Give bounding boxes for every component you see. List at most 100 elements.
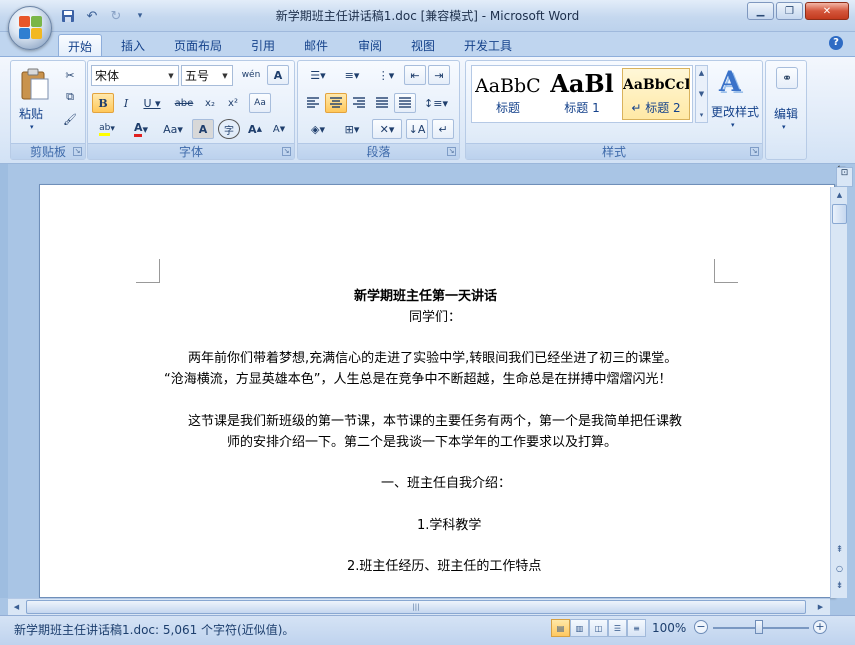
- bullets-button[interactable]: ☰▾: [302, 65, 334, 85]
- font-name-value: 宋体: [95, 69, 120, 83]
- zoom-level[interactable]: 100%: [652, 621, 686, 635]
- web-layout-icon[interactable]: ◫: [589, 619, 608, 637]
- character-border-icon[interactable]: A: [267, 65, 289, 85]
- tab-view[interactable]: 视图: [403, 34, 443, 56]
- horizontal-scroll-thumb[interactable]: |||: [26, 600, 806, 614]
- zoom-in-icon[interactable]: +: [813, 620, 827, 634]
- change-styles-button[interactable]: A 更改样式 ▾: [710, 65, 760, 135]
- chevron-down-icon: ▼: [222, 71, 228, 80]
- gallery-more-icon[interactable]: ▾: [700, 111, 704, 119]
- zoom-out-icon[interactable]: −: [694, 620, 708, 634]
- tab-developer[interactable]: 开发工具: [456, 34, 520, 56]
- phonetic-guide-icon[interactable]: wén: [239, 65, 263, 85]
- dialog-launcher-icon[interactable]: ↘: [73, 147, 82, 156]
- strikethrough-button[interactable]: abe: [170, 93, 198, 113]
- styles-group-label: 样式: [466, 143, 762, 159]
- copy-icon[interactable]: ⧉: [59, 87, 81, 107]
- tab-home[interactable]: 开始: [58, 34, 102, 57]
- tab-insert[interactable]: 插入: [112, 34, 154, 56]
- outline-view-icon[interactable]: ☰: [608, 619, 627, 637]
- paragraph-group-label: 段落: [298, 143, 459, 159]
- previous-page-icon[interactable]: ⇞: [832, 542, 847, 558]
- style-name: 标题: [495, 101, 520, 115]
- shrink-font-icon[interactable]: A ▼: [268, 119, 290, 139]
- align-center-icon[interactable]: [325, 93, 347, 113]
- font-group-label: 字体: [88, 143, 294, 159]
- clear-formatting-icon[interactable]: Aa: [249, 93, 271, 113]
- list-item: 1.学科教学: [417, 518, 482, 533]
- show-marks-icon[interactable]: ↵: [432, 119, 454, 139]
- tab-mailings[interactable]: 邮件: [296, 34, 336, 56]
- character-shading-icon[interactable]: A: [192, 119, 214, 139]
- style-name: ↵ 标题 2: [631, 101, 681, 115]
- font-size-combo[interactable]: 五号 ▼: [181, 65, 233, 86]
- dialog-launcher-icon[interactable]: ↘: [447, 147, 456, 156]
- chevron-down-icon[interactable]: ▼: [699, 90, 704, 98]
- decrease-indent-icon[interactable]: ⇤: [404, 65, 426, 85]
- italic-button[interactable]: I: [115, 93, 137, 113]
- horizontal-scrollbar[interactable]: ◀ ||| ▶: [8, 598, 830, 615]
- next-page-icon[interactable]: ⇟: [832, 578, 847, 594]
- subscript-button[interactable]: x₂: [199, 93, 221, 113]
- window-controls: ▁ ❐ ✕: [747, 2, 849, 20]
- document-page[interactable]: 新学期班主任第一天讲话 同学们： 两年前你们带着梦想,充满信心的走进了实验中学,…: [39, 184, 835, 598]
- view-buttons: ▤ ▥ ◫ ☰ ≡: [551, 619, 646, 637]
- superscript-button[interactable]: x²: [222, 93, 244, 113]
- section-heading: 一、班主任自我介绍：: [381, 476, 512, 491]
- bold-button[interactable]: B: [92, 93, 114, 113]
- font-color-button[interactable]: A ▾: [126, 119, 156, 139]
- justify-icon[interactable]: [371, 93, 393, 113]
- style-item-title[interactable]: AaBbC( 标题: [474, 68, 542, 120]
- enclose-character-icon[interactable]: 字: [218, 119, 240, 139]
- dialog-launcher-icon[interactable]: ↘: [282, 147, 291, 156]
- scroll-up-icon[interactable]: ▲: [832, 187, 847, 203]
- format-painter-icon[interactable]: 🖌: [59, 109, 81, 129]
- restore-button[interactable]: ❐: [776, 2, 803, 20]
- increase-indent-icon[interactable]: ⇥: [428, 65, 450, 85]
- office-button[interactable]: [8, 6, 52, 50]
- dialog-launcher-icon[interactable]: ↘: [750, 147, 759, 156]
- paste-button[interactable]: 粘贴 ▾: [17, 65, 53, 135]
- align-left-icon[interactable]: [302, 93, 324, 113]
- tab-page-layout[interactable]: 页面布局: [166, 34, 230, 56]
- align-right-icon[interactable]: [348, 93, 370, 113]
- print-layout-icon[interactable]: ▤: [551, 619, 570, 637]
- borders-button[interactable]: ⊞▾: [336, 119, 368, 139]
- draft-view-icon[interactable]: ≡: [627, 619, 646, 637]
- editing-button[interactable]: ⚭ 编辑 ▾: [768, 65, 804, 135]
- close-button[interactable]: ✕: [805, 2, 849, 20]
- office-logo-icon: [19, 16, 43, 40]
- chevron-up-icon[interactable]: ▲: [699, 69, 704, 77]
- document-area: 新学期班主任第一天讲话 同学们： 两年前你们带着梦想,充满信心的走进了实验中学,…: [0, 164, 835, 598]
- select-browse-object-icon[interactable]: ○: [832, 560, 847, 576]
- font-name-combo[interactable]: 宋体 ▼: [91, 65, 179, 86]
- underline-button[interactable]: U ▾: [138, 93, 166, 113]
- distributed-icon[interactable]: [394, 93, 416, 113]
- gallery-scroll[interactable]: ▲ ▼ ▾: [695, 65, 708, 123]
- view-ruler-icon[interactable]: ⊡: [836, 167, 853, 187]
- line-spacing-button[interactable]: ↕≡▾: [420, 93, 452, 113]
- style-item-heading1[interactable]: AaBl 标题 1: [548, 68, 616, 120]
- chinese-layout-button[interactable]: ✕▾: [372, 119, 402, 139]
- vertical-scrollbar[interactable]: ▲ ⇞ ○ ⇟: [830, 187, 847, 598]
- change-case-button[interactable]: Aa▾: [158, 119, 188, 139]
- scroll-right-icon[interactable]: ▶: [813, 599, 828, 615]
- help-icon[interactable]: ?: [829, 36, 843, 50]
- numbering-button[interactable]: ≡▾: [336, 65, 368, 85]
- grow-font-icon[interactable]: A ▲: [244, 119, 266, 139]
- tab-review[interactable]: 审阅: [350, 34, 390, 56]
- full-screen-reading-icon[interactable]: ▥: [570, 619, 589, 637]
- sort-icon[interactable]: ↓A: [406, 119, 428, 139]
- shading-button[interactable]: ◈▾: [302, 119, 334, 139]
- vertical-scroll-thumb[interactable]: [832, 204, 847, 224]
- text-highlight-button[interactable]: ab ▾: [92, 119, 122, 139]
- zoom-slider-thumb[interactable]: [755, 620, 763, 634]
- scroll-left-icon[interactable]: ◀: [9, 599, 24, 615]
- document-info[interactable]: 新学期班主任讲话稿1.doc: 5,061 个字符(近似值)。: [14, 621, 294, 638]
- change-styles-icon: A: [719, 65, 741, 98]
- minimize-button[interactable]: ▁: [747, 2, 774, 20]
- tab-references[interactable]: 引用: [243, 34, 283, 56]
- cut-icon[interactable]: ✂: [59, 65, 81, 85]
- multilevel-list-button[interactable]: ⋮▾: [370, 65, 402, 85]
- style-item-heading2[interactable]: AaBbCcI ↵ 标题 2: [622, 68, 690, 120]
